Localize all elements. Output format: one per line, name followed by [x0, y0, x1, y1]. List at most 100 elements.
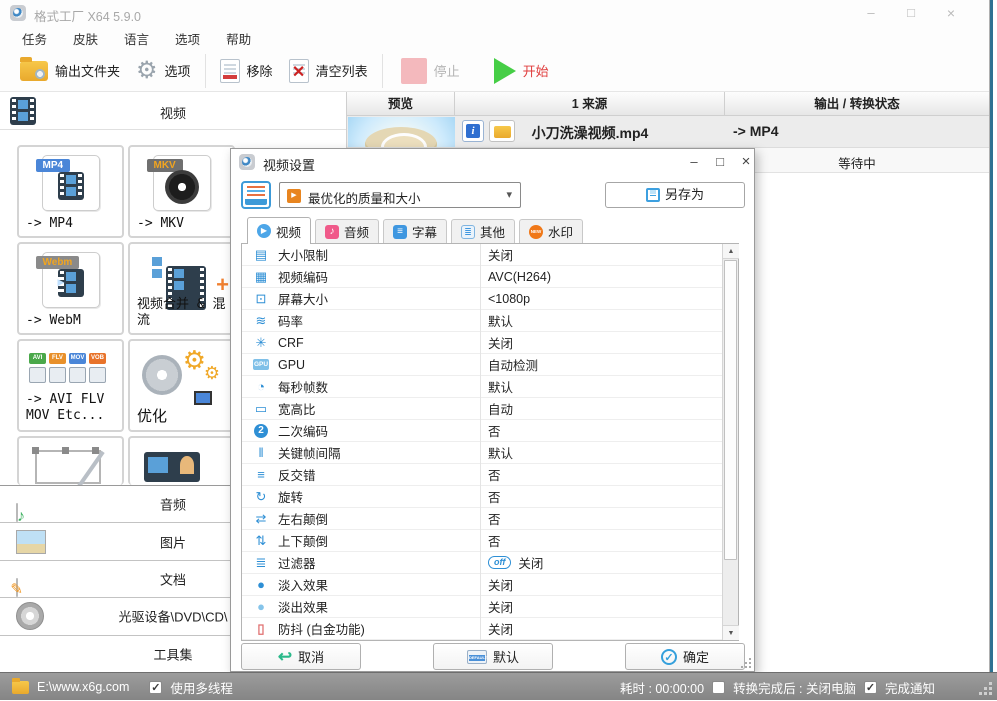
- sidebar-header-video[interactable]: 视频: [0, 92, 346, 130]
- task-list-header: 预览 1 来源 输出 / 转换状态: [347, 92, 989, 116]
- tab-video[interactable]: ▶ 视频: [247, 217, 311, 244]
- setting-row-screen-size[interactable]: ⊡ 屏幕大小 <1080p: [242, 288, 738, 310]
- close-button[interactable]: ×: [938, 3, 964, 23]
- column-divider: [480, 244, 481, 640]
- minimize-button[interactable]: –: [858, 3, 884, 23]
- setting-row-flip-vertical[interactable]: ⇅ 上下颠倒 否: [242, 530, 738, 552]
- scroll-down-button[interactable]: ▼: [723, 625, 739, 640]
- ok-label: 确定: [682, 650, 709, 665]
- tab-label: 水印: [547, 226, 573, 240]
- format-icons: [29, 367, 106, 383]
- tab-subtitle[interactable]: ≡ 字幕: [383, 219, 447, 243]
- header-source[interactable]: 1 来源: [455, 92, 725, 116]
- stop-button[interactable]: 停止: [393, 54, 468, 88]
- setting-row-rotate[interactable]: ↻ 旋转 否: [242, 486, 738, 508]
- ok-button[interactable]: ✓ 确定: [625, 643, 745, 670]
- menu-skin[interactable]: 皮肤: [67, 27, 104, 50]
- title-bar: 格式工厂 X64 5.9.0 – □ ×: [0, 0, 989, 26]
- audio-tab-icon: ♪: [324, 224, 339, 239]
- output-path[interactable]: E:\www.x6g.com: [37, 680, 129, 694]
- tile-label: 视频合并 & 混流: [137, 296, 226, 328]
- stabilize-icon: ▯: [257, 620, 265, 636]
- tab-audio[interactable]: ♪ 音频: [315, 219, 379, 243]
- elapsed-time: 耗时 : 00:00:00: [620, 681, 705, 696]
- cancel-button[interactable]: ↩ 取消: [241, 643, 361, 670]
- menu-task[interactable]: 任务: [16, 27, 53, 50]
- app-icon: [10, 5, 26, 21]
- start-button[interactable]: 开始: [486, 54, 557, 88]
- back-arrow-icon: ↩: [277, 647, 293, 666]
- setting-row-two-pass[interactable]: 2 二次编码 否: [242, 420, 738, 442]
- fade-in-icon: ●: [257, 577, 265, 592]
- menu-options[interactable]: 选项: [169, 27, 206, 50]
- webm-file-icon: Webm: [35, 252, 100, 308]
- default-button[interactable]: 默认: [433, 643, 553, 670]
- window-resize-grip[interactable]: [978, 681, 992, 695]
- bitrate-waves-icon: ≋: [255, 312, 267, 328]
- menu-help[interactable]: 帮助: [220, 27, 257, 50]
- clear-list-label: 清空列表: [315, 64, 368, 79]
- maximize-button[interactable]: □: [898, 3, 924, 23]
- task-target-format: -> MP4: [733, 123, 779, 139]
- header-output-status[interactable]: 输出 / 转换状态: [725, 92, 989, 116]
- tile-tools-partial[interactable]: [128, 436, 235, 485]
- dialog-resize-grip[interactable]: [741, 658, 751, 668]
- setting-row-deinterlace[interactable]: ≡ 反交错 否: [242, 464, 738, 486]
- setting-row-flip-horizontal[interactable]: ⇄ 左右颠倒 否: [242, 508, 738, 530]
- tab-other[interactable]: ≣ 其他: [451, 219, 515, 243]
- tile-label: 优化: [137, 407, 168, 426]
- tile-mkv[interactable]: MKV -> MKV: [128, 145, 235, 238]
- dialog-title-bar[interactable]: 视频设置 – □ ×: [231, 149, 754, 175]
- setting-row-bitrate[interactable]: ≋ 码率 默认: [242, 310, 738, 332]
- setting-row-crf[interactable]: ✳ CRF 关闭: [242, 332, 738, 354]
- watermark-tab-icon: NEW: [528, 224, 543, 239]
- fade-out-icon: ●: [257, 599, 265, 614]
- scroll-up-button[interactable]: ▲: [723, 244, 739, 259]
- tab-label: 音频: [343, 226, 369, 240]
- multithread-checkbox[interactable]: ✓: [149, 680, 163, 694]
- setting-row-aspect-ratio[interactable]: ▭ 宽高比 自动: [242, 398, 738, 420]
- flip-horizontal-icon: ⇄: [255, 510, 267, 526]
- scrollbar-thumb[interactable]: [724, 260, 737, 560]
- task-row[interactable]: i 小刀洗澡视频.mp4 -> MP4: [347, 116, 989, 148]
- tile-avi-flv-mov[interactable]: AVI FLV MOV VOB -> AVI FLV MOV Etc...: [17, 339, 124, 432]
- setting-row-keyframe-interval[interactable]: ‖ 关键帧间隔 默认: [242, 442, 738, 464]
- options-button[interactable]: ⚙ 选项: [128, 55, 199, 87]
- settings-scrollbar[interactable]: ▲ ▼: [722, 244, 739, 640]
- notify-checkbox[interactable]: ✓: [864, 680, 877, 694]
- flip-vertical-icon: ⇅: [255, 532, 267, 548]
- other-tab-icon: ≣: [460, 224, 475, 239]
- setting-row-filter[interactable]: ≣ 过滤器 off 关闭: [242, 552, 738, 574]
- output-folder-button[interactable]: 输出文件夹: [12, 56, 128, 85]
- setting-row-fps[interactable]: ◔ 每秒帧数 默认: [242, 376, 738, 398]
- shutdown-checkbox[interactable]: [712, 680, 726, 694]
- setting-row-fade-out[interactable]: ● 淡出效果 关闭: [242, 596, 738, 618]
- setting-row-gpu[interactable]: GPU GPU 自动检测: [242, 354, 738, 376]
- menu-language[interactable]: 语言: [118, 27, 155, 50]
- preset-dropdown[interactable]: ▶ 最优化的质量和大小 ▾: [279, 182, 521, 208]
- tile-optimize[interactable]: ⚙ ⚙ 优化: [128, 339, 235, 432]
- clear-list-button[interactable]: 清空列表: [281, 55, 376, 87]
- header-preview[interactable]: 预览: [347, 92, 455, 116]
- setting-row-size-limit[interactable]: ▤ 大小限制 关闭: [242, 244, 738, 266]
- crop-frame-icon: [32, 447, 101, 484]
- keyframe-interval-icon: ‖: [258, 445, 264, 460]
- output-folder-icon: [20, 56, 48, 81]
- save-as-button[interactable]: 另存为: [605, 182, 745, 208]
- remove-button[interactable]: 移除: [212, 55, 281, 87]
- stop-icon: [400, 57, 427, 84]
- tile-webm[interactable]: Webm -> WebM: [17, 242, 124, 335]
- crf-icon: ✳: [255, 334, 267, 350]
- setting-row-stabilize[interactable]: ▯ 防抖 (白金功能) 关闭: [242, 618, 738, 640]
- dialog-close-button[interactable]: ×: [735, 153, 757, 171]
- setting-row-fade-in[interactable]: ● 淡入效果 关闭: [242, 574, 738, 596]
- tab-watermark[interactable]: NEW 水印: [519, 219, 583, 243]
- tile-mp4[interactable]: MP4 -> MP4: [17, 145, 124, 238]
- tab-label: 视频: [275, 225, 301, 240]
- setting-row-video-encoder[interactable]: ▦ 视频编码 AVC(H264): [242, 266, 738, 288]
- dialog-minimize-button[interactable]: –: [683, 153, 705, 171]
- tile-crop-partial[interactable]: [17, 436, 124, 485]
- tile-video-merge[interactable]: + 视频合并 & 混流: [128, 242, 235, 335]
- cancel-label: 取消: [298, 650, 325, 665]
- dialog-maximize-button[interactable]: □: [709, 153, 731, 171]
